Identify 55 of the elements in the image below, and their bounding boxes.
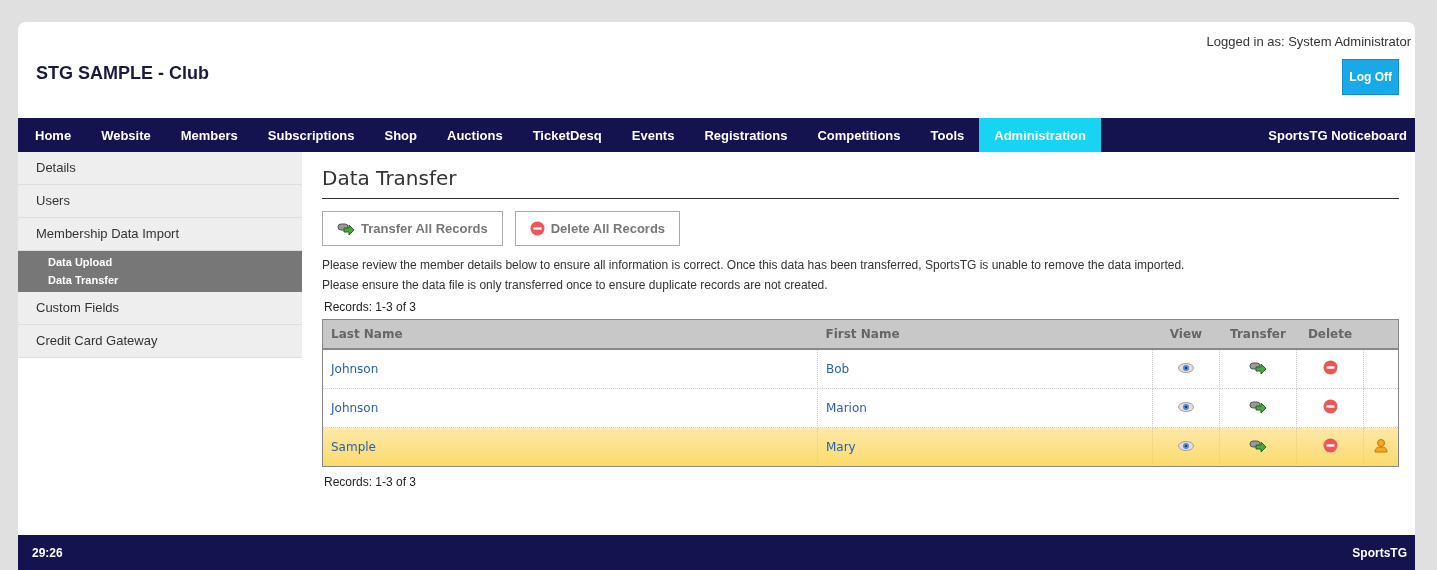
last-name-link[interactable]: Johnson	[331, 362, 379, 376]
table-row[interactable]: Sample Mary	[322, 427, 1399, 467]
transfer-icon[interactable]	[1249, 360, 1267, 375]
nav-item[interactable]: Registrations	[689, 118, 803, 152]
nav-item[interactable]: Subscriptions	[252, 118, 370, 152]
page-title: Data Transfer	[322, 166, 1399, 199]
session-timer: 29:26	[32, 545, 63, 560]
nav-item[interactable]: Website	[86, 118, 166, 152]
column-header: Transfer	[1219, 319, 1297, 349]
submenu-item[interactable]: Data Upload	[18, 253, 302, 271]
records-count: Records: 1-3 of 3	[324, 300, 418, 314]
sidebar-item[interactable]: Credit Card Gateway	[18, 325, 302, 358]
login-status: Logged in as: System Administrator	[1206, 34, 1411, 49]
submenu-item[interactable]: Data Transfer	[18, 271, 302, 289]
column-header: View	[1152, 319, 1220, 349]
sidebar-item[interactable]: Membership Data Import	[18, 218, 302, 251]
delete-icon[interactable]	[1322, 360, 1338, 375]
nav-item[interactable]: Home	[20, 118, 87, 152]
last-name-link[interactable]: Johnson	[331, 401, 379, 415]
transfer-icon[interactable]	[1249, 438, 1267, 453]
sidebar-item[interactable]: Details	[18, 152, 302, 185]
delete-icon[interactable]	[1322, 399, 1338, 414]
noticeboard-link[interactable]: SportsTG Noticeboard	[1268, 118, 1415, 152]
column-header: Delete	[1296, 319, 1364, 349]
delete-icon[interactable]	[1322, 438, 1338, 453]
sidebar-item[interactable]: Custom Fields	[18, 292, 302, 325]
delete-all-button[interactable]: Delete All Records	[514, 211, 681, 246]
sidebar-item[interactable]: Users	[18, 185, 302, 218]
nav-item[interactable]: Tools	[915, 118, 980, 152]
nav-item[interactable]: Competitions	[802, 118, 916, 152]
table-row[interactable]: Johnson Marion	[322, 388, 1399, 428]
first-name-link[interactable]: Marion	[825, 401, 867, 415]
footer-brand: SportsTG	[1352, 545, 1407, 560]
nav-item[interactable]: Members	[165, 118, 253, 152]
nav-item[interactable]: Shop	[369, 118, 432, 152]
transfer-icon[interactable]	[337, 221, 355, 236]
last-name-link[interactable]: Sample	[331, 440, 376, 454]
column-header: First Name	[817, 319, 1153, 349]
column-header: Last Name	[322, 319, 818, 349]
eye-icon[interactable]	[1178, 363, 1194, 373]
transfer-all-button[interactable]: Transfer All Records	[322, 211, 503, 246]
info-text: Please ensure the data file is only transferred once to ensure duplicate records are not created.	[322, 278, 829, 292]
nav-item[interactable]: TicketDesq	[517, 118, 617, 152]
club-title: STG SAMPLE - Club	[36, 61, 209, 84]
eye-icon[interactable]	[1178, 402, 1194, 412]
eye-icon[interactable]	[1178, 441, 1194, 451]
first-name-link[interactable]: Bob	[825, 362, 850, 376]
delete-icon[interactable]	[529, 221, 545, 236]
nav-item[interactable]: Events	[616, 118, 690, 152]
records-count: Records: 1-3 of 3	[324, 475, 418, 489]
table-row[interactable]: Johnson Bob	[322, 349, 1399, 389]
info-text: Please review the member details below to ensure all information is correct. Once this data has been transferred, SportsTG is unable to remove the data imported.	[322, 258, 1186, 272]
nav-item[interactable]: Auctions	[432, 118, 518, 152]
transfer-icon[interactable]	[1249, 399, 1267, 414]
first-name-link[interactable]: Mary	[825, 440, 856, 454]
